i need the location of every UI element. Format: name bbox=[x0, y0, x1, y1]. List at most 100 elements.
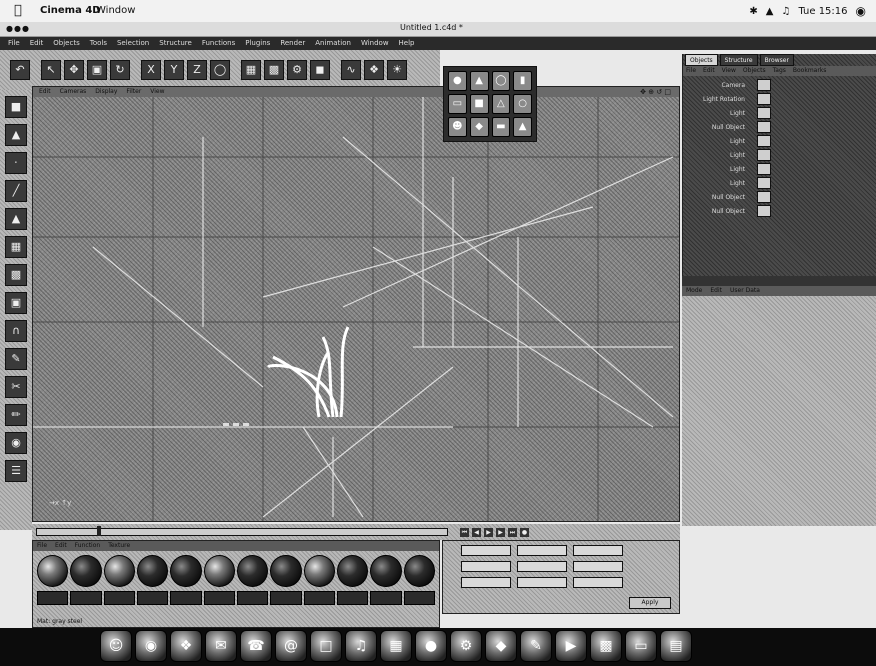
visibility-tag-icon[interactable] bbox=[757, 191, 771, 203]
object-row[interactable]: Light bbox=[683, 162, 876, 176]
material-swatch[interactable] bbox=[236, 555, 269, 587]
visibility-tag-icon[interactable] bbox=[757, 93, 771, 105]
previous-frame-icon[interactable]: ◀ bbox=[472, 527, 481, 537]
visibility-tag-icon[interactable] bbox=[757, 177, 771, 189]
next-frame-icon[interactable]: ▶ bbox=[496, 527, 505, 537]
material-thumbnail[interactable] bbox=[37, 591, 69, 605]
material-swatch[interactable] bbox=[403, 555, 435, 587]
rotation-h-field[interactable] bbox=[573, 545, 623, 556]
material-swatch[interactable] bbox=[336, 555, 369, 587]
window-menu[interactable]: Window bbox=[96, 5, 135, 16]
menu-tools[interactable]: Tools bbox=[90, 37, 107, 50]
bluetooth-icon[interactable]: ✱ bbox=[749, 6, 757, 17]
clock[interactable]: Tue 15:16 bbox=[798, 6, 847, 17]
plane-icon[interactable]: ▭ bbox=[448, 94, 467, 114]
om-menu-objects[interactable]: Objects bbox=[743, 66, 766, 76]
material-thumbnail[interactable] bbox=[136, 591, 169, 605]
object-row[interactable]: Light bbox=[683, 106, 876, 120]
photoshop-icon[interactable]: ◆ bbox=[485, 630, 517, 662]
menu-structure[interactable]: Structure bbox=[159, 37, 192, 50]
magnet-icon[interactable]: ∩ bbox=[5, 320, 27, 342]
z-axis-icon[interactable]: Z bbox=[187, 60, 207, 80]
om-menu-tags[interactable]: Tags bbox=[773, 66, 786, 76]
viewport-menu-filter[interactable]: Filter bbox=[126, 87, 141, 97]
am-menu-user-data[interactable]: User Data bbox=[730, 286, 760, 296]
object-row[interactable]: Light Rotation bbox=[683, 92, 876, 106]
play-icon[interactable]: ▶ bbox=[484, 527, 493, 537]
render-picture-icon[interactable]: ▩ bbox=[264, 60, 284, 80]
scale-icon[interactable]: ▣ bbox=[87, 60, 107, 80]
itunes-icon[interactable]: ♫ bbox=[345, 630, 377, 662]
visibility-tag-icon[interactable] bbox=[757, 149, 771, 161]
material-swatch[interactable] bbox=[136, 555, 169, 587]
position-y-field[interactable] bbox=[461, 561, 511, 572]
cinema4d-icon[interactable]: ● bbox=[415, 630, 447, 662]
material-swatch[interactable] bbox=[170, 555, 202, 587]
mm-menu-file[interactable]: File bbox=[37, 541, 47, 551]
safari-icon[interactable]: ❖ bbox=[170, 630, 202, 662]
capsule-icon[interactable]: ▬ bbox=[491, 117, 511, 137]
polygons-mode-icon[interactable]: ▲ bbox=[5, 208, 27, 230]
material-thumbnail[interactable] bbox=[236, 591, 269, 605]
object-row[interactable]: Light bbox=[683, 134, 876, 148]
ichat-icon[interactable]: ☎ bbox=[240, 630, 272, 662]
position-z-field[interactable] bbox=[461, 577, 511, 588]
app-name-menu[interactable]: Cinema 4D bbox=[40, 5, 101, 16]
ical-icon[interactable]: □ bbox=[310, 630, 342, 662]
visibility-tag-icon[interactable] bbox=[757, 135, 771, 147]
rotate-icon[interactable]: ↻ bbox=[110, 60, 130, 80]
torus-icon[interactable]: ◯ bbox=[491, 71, 511, 91]
object-row[interactable]: Null Object bbox=[683, 120, 876, 134]
mm-menu-function[interactable]: Function bbox=[75, 541, 101, 551]
model-mode-icon[interactable]: ■ bbox=[5, 96, 27, 118]
object-row[interactable]: Null Object bbox=[683, 204, 876, 218]
render-view-icon[interactable]: ▦ bbox=[241, 60, 261, 80]
sculpt-icon[interactable]: ◉ bbox=[5, 432, 27, 454]
visibility-tag-icon[interactable] bbox=[757, 205, 771, 217]
volume-icon[interactable]: ♫ bbox=[781, 6, 790, 17]
figure-icon[interactable]: ☻ bbox=[448, 117, 467, 137]
material-thumbnail[interactable] bbox=[170, 591, 202, 605]
am-menu-edit[interactable]: Edit bbox=[710, 286, 722, 296]
cube-icon[interactable]: ◼ bbox=[310, 60, 330, 80]
menu-plugins[interactable]: Plugins bbox=[245, 37, 270, 50]
paint-icon[interactable]: ✏ bbox=[5, 404, 27, 426]
material-swatch[interactable] bbox=[370, 555, 402, 587]
brush-icon[interactable]: ✎ bbox=[5, 348, 27, 370]
mm-menu-edit[interactable]: Edit bbox=[55, 541, 67, 551]
viewport-menu-cameras[interactable]: Cameras bbox=[60, 87, 87, 97]
om-menu-bookmarks[interactable]: Bookmarks bbox=[793, 66, 827, 76]
menu-file[interactable]: File bbox=[8, 37, 20, 50]
material-thumbnail[interactable] bbox=[370, 591, 402, 605]
window-controls[interactable]: ●●● bbox=[6, 24, 30, 33]
terminal-icon[interactable]: ▩ bbox=[590, 630, 622, 662]
tab-objects[interactable]: Objects bbox=[685, 54, 718, 66]
tab-structure[interactable]: Structure bbox=[719, 54, 758, 66]
iphoto-icon[interactable]: ▦ bbox=[380, 630, 412, 662]
render-settings-icon[interactable]: ⚙ bbox=[287, 60, 307, 80]
apply-button[interactable]: Apply bbox=[629, 597, 671, 609]
material-thumbnail[interactable] bbox=[303, 591, 335, 605]
size-z-field[interactable] bbox=[517, 577, 567, 588]
menu-objects[interactable]: Objects bbox=[53, 37, 79, 50]
nurbs-icon[interactable]: ❖ bbox=[364, 60, 384, 80]
menu-window[interactable]: Window bbox=[361, 37, 389, 50]
material-swatch[interactable] bbox=[70, 555, 102, 587]
record-icon[interactable]: ● bbox=[520, 527, 529, 537]
rotation-b-field[interactable] bbox=[573, 577, 623, 588]
light-icon[interactable]: ☀ bbox=[387, 60, 407, 80]
cone-icon[interactable]: ▲ bbox=[469, 71, 489, 91]
landscape-icon[interactable]: ▲ bbox=[513, 117, 532, 137]
trash-icon[interactable]: ▤ bbox=[660, 630, 692, 662]
visibility-tag-icon[interactable] bbox=[757, 107, 771, 119]
workplane-icon[interactable]: ▣ bbox=[5, 292, 27, 314]
material-swatch[interactable] bbox=[37, 555, 69, 587]
object-mode-icon[interactable]: ▲ bbox=[5, 124, 27, 146]
material-thumbnail[interactable] bbox=[103, 591, 135, 605]
preferences-icon[interactable]: ⚙ bbox=[450, 630, 482, 662]
y-axis-icon[interactable]: Y bbox=[164, 60, 184, 80]
size-x-field[interactable] bbox=[517, 545, 567, 556]
x-axis-icon[interactable]: X bbox=[141, 60, 161, 80]
mail-icon[interactable]: ✉ bbox=[205, 630, 237, 662]
material-thumbnail[interactable] bbox=[270, 591, 302, 605]
